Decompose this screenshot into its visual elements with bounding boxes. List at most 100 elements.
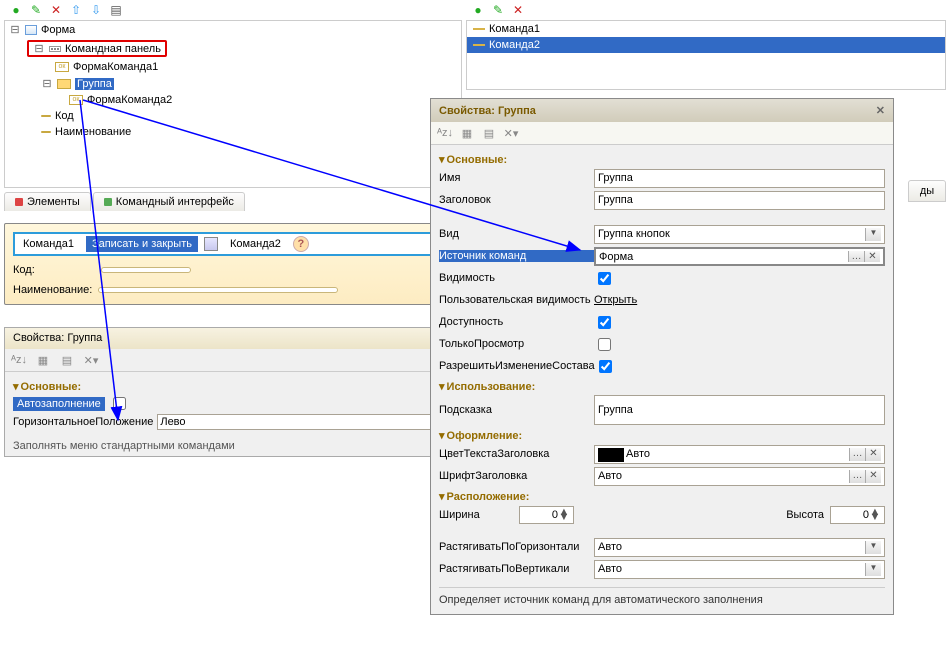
name-label: Имя <box>439 172 594 184</box>
hint-label: Подсказка <box>439 404 594 416</box>
stretchh-label: РастягиватьПоГоризонтали <box>439 541 594 553</box>
section-decor[interactable]: ▾Оформление: <box>439 429 885 442</box>
cat-icon[interactable]: ▦ <box>33 351 53 369</box>
name-input[interactable] <box>594 169 885 188</box>
section-pos[interactable]: ▾Расположение: <box>439 490 885 503</box>
ellipsis-icon[interactable]: … <box>849 470 865 483</box>
tree-form[interactable]: Форма <box>41 24 75 36</box>
close-x-icon[interactable]: ✕▾ <box>501 124 521 142</box>
cat-icon[interactable]: ▦ <box>457 124 477 142</box>
filter-icon[interactable]: ▤ <box>479 124 499 142</box>
delete-icon[interactable]: ✕ <box>510 2 526 18</box>
chevron-down-icon[interactable]: ▼ <box>865 228 881 241</box>
cmd-list-toolbar: ● ✎ ✕ <box>466 0 946 20</box>
preview-name-label: Наименование: <box>13 284 92 296</box>
up-icon[interactable]: ⇧ <box>68 2 84 18</box>
preview-code-input[interactable] <box>101 267 191 273</box>
down-icon[interactable]: ⇩ <box>88 2 104 18</box>
stretchh-combo[interactable]: Авто▼ <box>594 538 885 557</box>
width-spin[interactable]: 0▲▼ <box>519 506 574 524</box>
tree-cmdpanel[interactable]: Командная панель <box>65 43 161 55</box>
height-label: Высота <box>770 509 830 521</box>
delete-icon[interactable]: ✕ <box>48 2 64 18</box>
form-tree[interactable]: ⊟Форма ⊟Командная панель окФормаКоманда1… <box>4 20 462 188</box>
clear-icon[interactable]: ✕ <box>865 470 881 483</box>
tab-elements[interactable]: Элементы <box>4 192 91 211</box>
field-icon <box>41 115 51 117</box>
small-props-title: Свойства: Группа <box>13 332 102 345</box>
autofill-checkbox[interactable] <box>113 397 126 410</box>
cmd2-item[interactable]: Команда2 <box>489 39 540 51</box>
preview-commandbar: Команда1 Записать и закрыть Команда2 ? <box>13 232 453 256</box>
commandbar-icon <box>49 46 61 52</box>
right-panel: ● ✎ ✕ Команда1 Команда2 <box>466 0 946 90</box>
cmd-interface-icon <box>104 198 112 206</box>
height-spin[interactable]: 0▲▼ <box>830 506 885 524</box>
stretchv-label: РастягиватьПоВертикали <box>439 563 594 575</box>
title-input[interactable] <box>594 191 885 210</box>
readonly-checkbox[interactable] <box>598 338 611 351</box>
readonly-label: ТолькоПросмотр <box>439 338 594 350</box>
uservis-link[interactable]: Открыть <box>594 294 637 306</box>
hint-input[interactable] <box>594 395 885 425</box>
section-main[interactable]: ▾Основные: <box>13 380 453 393</box>
help-icon[interactable]: ? <box>293 236 309 252</box>
filter-icon[interactable]: ▤ <box>57 351 77 369</box>
clear-icon[interactable]: ✕ <box>865 448 881 461</box>
chevron-down-icon[interactable]: ▼ <box>865 563 881 576</box>
add-icon[interactable]: ● <box>8 2 24 18</box>
hfont-combo[interactable]: Авто…✕ <box>594 467 885 486</box>
add-icon[interactable]: ● <box>470 2 486 18</box>
preview-cmd2-button[interactable]: Команда2 <box>224 236 287 252</box>
allowchange-checkbox[interactable] <box>599 360 612 373</box>
hpos-input[interactable] <box>157 414 439 430</box>
menu-icon[interactable]: ▤ <box>108 2 124 18</box>
kind-combo[interactable]: Группа кнопок▼ <box>594 225 885 244</box>
field-icon <box>41 131 51 133</box>
cmd-list[interactable]: Команда1 Команда2 <box>466 20 946 90</box>
hcolor-combo[interactable]: Авто…✕ <box>594 445 885 464</box>
cmdsrc-label: Источник команд <box>439 250 594 262</box>
section-use[interactable]: ▾Использование: <box>439 380 885 393</box>
tab-stub[interactable]: ды <box>908 180 946 202</box>
autofill-label[interactable]: Автозаполнение <box>13 397 105 411</box>
big-props-title: Свойства: Группа <box>439 105 536 117</box>
sort-icon[interactable]: ᴬᴢ↓ <box>9 351 29 369</box>
tree-formcmd2[interactable]: ФормаКоманда2 <box>87 94 172 106</box>
ellipsis-icon[interactable]: … <box>849 448 865 461</box>
tree-code[interactable]: Код <box>55 110 74 122</box>
avail-checkbox[interactable] <box>598 316 611 329</box>
cmd1-item[interactable]: Команда1 <box>489 23 540 35</box>
tree-formcmd1[interactable]: ФормаКоманда1 <box>73 61 158 73</box>
stretchv-combo[interactable]: Авто▼ <box>594 560 885 579</box>
big-props-panel: Свойства: Группа✕ ᴬᴢ↓ ▦ ▤ ✕▾ ▾Основные: … <box>430 98 894 615</box>
tree-name[interactable]: Наименование <box>55 126 131 138</box>
preview-name-input[interactable] <box>98 287 338 293</box>
edit-icon[interactable]: ✎ <box>490 2 506 18</box>
section-main[interactable]: ▾Основные: <box>439 153 885 166</box>
ok-icon: ок <box>55 62 69 72</box>
property-description: Определяет источник команд для автоматич… <box>439 587 885 606</box>
preview-write-close-button[interactable]: Записать и закрыть <box>86 236 198 252</box>
preview-cmd1-button[interactable]: Команда1 <box>17 236 80 252</box>
title-label: Заголовок <box>439 194 594 206</box>
cmdsrc-combo[interactable]: Форма…✕ <box>594 247 885 266</box>
visibility-label: Видимость <box>439 272 594 284</box>
close-x-icon[interactable]: ✕▾ <box>81 351 101 369</box>
ellipsis-icon[interactable]: … <box>848 251 864 262</box>
close-icon[interactable]: ✕ <box>876 104 885 117</box>
edit-icon[interactable]: ✎ <box>28 2 44 18</box>
hfont-label: ШрифтЗаголовка <box>439 470 594 482</box>
tab-cmd-interface[interactable]: Командный интерфейс <box>93 192 245 211</box>
save-icon[interactable] <box>204 237 218 251</box>
visibility-checkbox[interactable] <box>598 272 611 285</box>
clear-icon[interactable]: ✕ <box>864 251 880 262</box>
chevron-down-icon[interactable]: ▼ <box>865 541 881 554</box>
sort-icon[interactable]: ᴬᴢ↓ <box>435 124 455 142</box>
kind-label: Вид <box>439 228 594 240</box>
hpos-label: ГоризонтальноеПоложение <box>13 416 153 428</box>
tree-group[interactable]: Группа <box>75 78 114 90</box>
width-label: Ширина <box>439 509 519 521</box>
avail-label: Доступность <box>439 316 594 328</box>
cmd-icon <box>473 44 485 46</box>
